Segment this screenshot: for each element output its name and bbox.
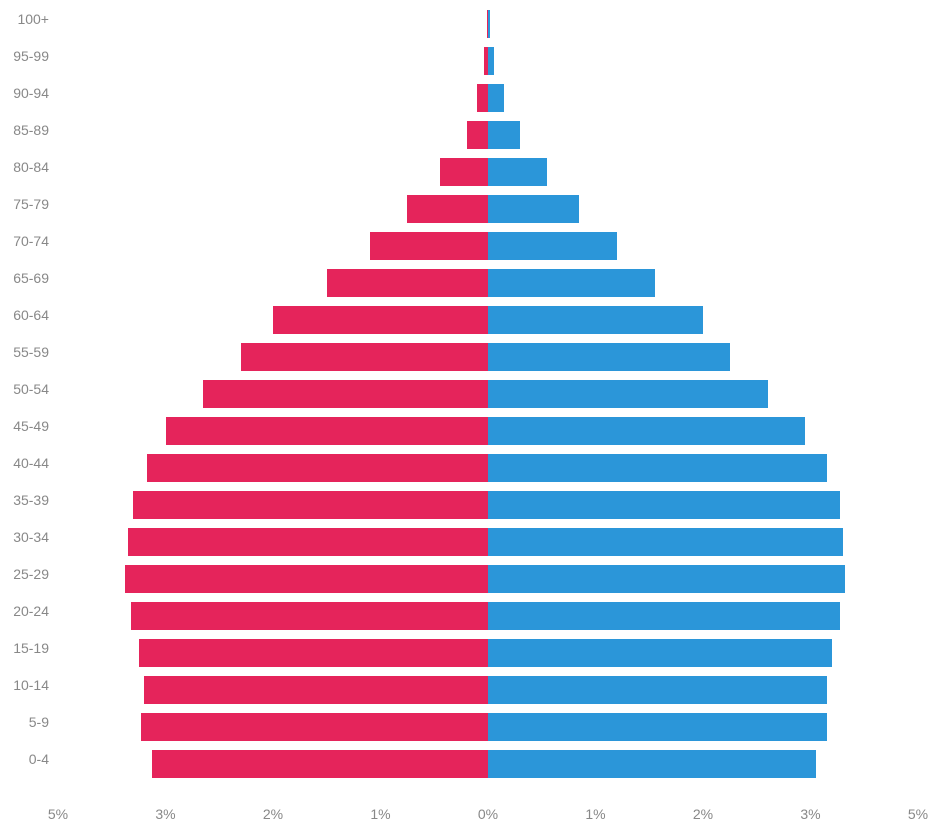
bar-left xyxy=(273,306,488,334)
bar-right xyxy=(488,491,840,519)
bar-right xyxy=(488,676,827,704)
x-axis: 5%3%2%1%0%1%2%3%5% xyxy=(58,800,918,830)
y-tick-label: 15-19 xyxy=(13,640,49,656)
y-tick-label: 25-29 xyxy=(13,566,49,582)
bar-left xyxy=(327,269,488,297)
x-tick-label: 5% xyxy=(908,806,928,822)
pyramid-row xyxy=(58,306,918,334)
bar-right xyxy=(488,195,579,223)
y-tick-label: 0-4 xyxy=(29,751,49,767)
y-tick-label: 70-74 xyxy=(13,233,49,249)
bar-right xyxy=(488,269,655,297)
bar-left xyxy=(128,528,488,556)
bar-right xyxy=(488,528,843,556)
bar-right xyxy=(488,454,827,482)
bar-left xyxy=(133,491,488,519)
x-tick-label: 2% xyxy=(263,806,283,822)
y-tick-label: 100+ xyxy=(17,11,49,27)
pyramid-row xyxy=(58,380,918,408)
bar-left xyxy=(125,565,488,593)
y-tick-label: 40-44 xyxy=(13,455,49,471)
bar-right xyxy=(488,47,494,75)
pyramid-row xyxy=(58,10,918,38)
y-tick-label: 90-94 xyxy=(13,85,49,101)
bar-right xyxy=(488,121,520,149)
bar-right xyxy=(488,565,845,593)
pyramid-row xyxy=(58,343,918,371)
pyramid-row xyxy=(58,195,918,223)
pyramid-row xyxy=(58,121,918,149)
pyramid-row xyxy=(58,713,918,741)
bar-right xyxy=(488,10,490,38)
bar-left xyxy=(152,750,488,778)
y-tick-label: 45-49 xyxy=(13,418,49,434)
bar-left xyxy=(467,121,489,149)
bar-right xyxy=(488,417,805,445)
bar-left xyxy=(407,195,488,223)
x-tick-label: 5% xyxy=(48,806,68,822)
bar-right xyxy=(488,713,827,741)
pyramid-row xyxy=(58,454,918,482)
pyramid-row xyxy=(58,158,918,186)
y-tick-label: 55-59 xyxy=(13,344,49,360)
y-tick-label: 20-24 xyxy=(13,603,49,619)
bar-right xyxy=(488,84,504,112)
bar-right xyxy=(488,232,617,260)
y-tick-label: 95-99 xyxy=(13,48,49,64)
pyramid-row xyxy=(58,84,918,112)
pyramid-row xyxy=(58,491,918,519)
bar-left xyxy=(141,713,488,741)
bar-left xyxy=(370,232,488,260)
y-tick-label: 35-39 xyxy=(13,492,49,508)
bar-right xyxy=(488,158,547,186)
y-tick-label: 60-64 xyxy=(13,307,49,323)
y-tick-label: 10-14 xyxy=(13,677,49,693)
y-tick-label: 85-89 xyxy=(13,122,49,138)
pyramid-row xyxy=(58,750,918,778)
bar-left xyxy=(147,454,488,482)
pyramid-row xyxy=(58,232,918,260)
pyramid-row xyxy=(58,47,918,75)
pyramid-row xyxy=(58,269,918,297)
population-pyramid-chart: 0-4 5-9 10-14 15-19 20-24 25-29 30-34 35-39 40-4… xyxy=(0,0,940,835)
pyramid-row xyxy=(58,417,918,445)
bar-left xyxy=(477,84,488,112)
bar-left xyxy=(144,676,488,704)
bar-left xyxy=(440,158,488,186)
y-tick-label: 50-54 xyxy=(13,381,49,397)
bar-right xyxy=(488,380,768,408)
y-tick-label: 5-9 xyxy=(29,714,49,730)
bar-left xyxy=(131,602,488,630)
bar-left xyxy=(203,380,488,408)
bar-left xyxy=(241,343,488,371)
x-tick-label: 3% xyxy=(155,806,175,822)
y-tick-label: 65-69 xyxy=(13,270,49,286)
pyramid-row xyxy=(58,602,918,630)
bar-left xyxy=(139,639,488,667)
pyramid-row xyxy=(58,639,918,667)
y-tick-label: 75-79 xyxy=(13,196,49,212)
bar-right xyxy=(488,750,816,778)
pyramid-row xyxy=(58,565,918,593)
x-tick-label: 2% xyxy=(693,806,713,822)
bar-right xyxy=(488,306,703,334)
y-tick-label: 80-84 xyxy=(13,159,49,175)
pyramid-row xyxy=(58,676,918,704)
bar-right xyxy=(488,639,832,667)
bar-right xyxy=(488,343,730,371)
x-tick-label: 1% xyxy=(585,806,605,822)
x-tick-label: 1% xyxy=(370,806,390,822)
pyramid-row xyxy=(58,528,918,556)
x-tick-label: 0% xyxy=(478,806,498,822)
plot-area xyxy=(58,10,918,790)
bar-right xyxy=(488,602,840,630)
y-tick-label: 30-34 xyxy=(13,529,49,545)
bar-left xyxy=(166,417,489,445)
x-tick-label: 3% xyxy=(800,806,820,822)
